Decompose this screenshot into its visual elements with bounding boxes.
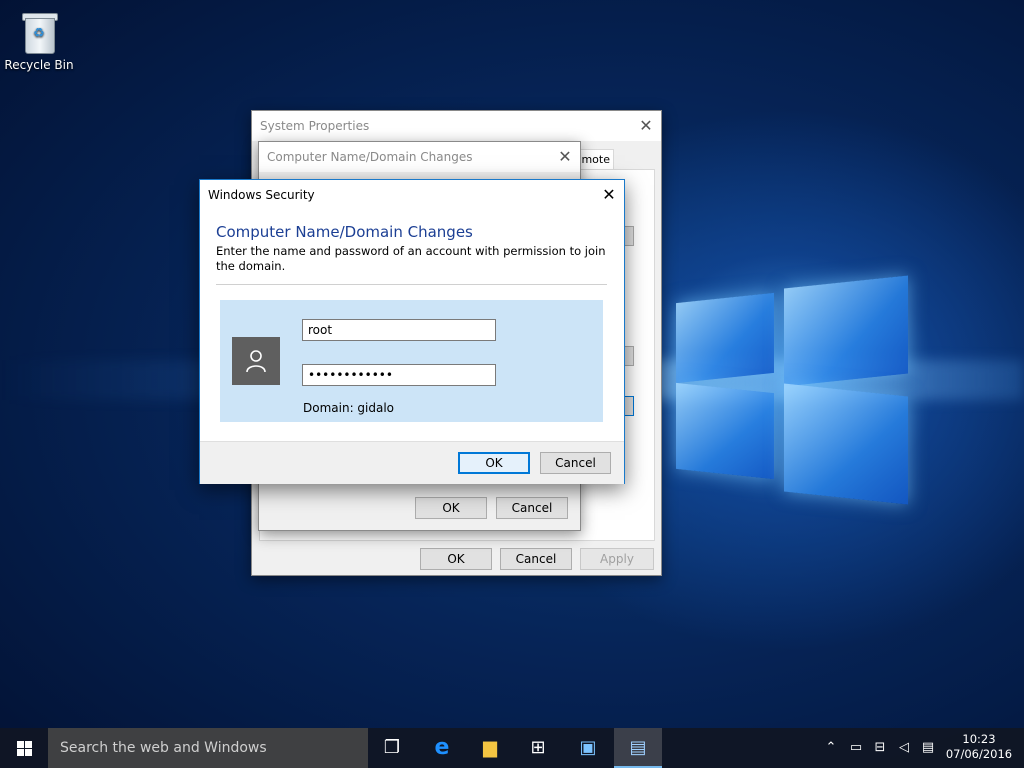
dialog-description: Enter the name and password of an accoun… bbox=[216, 244, 606, 273]
domain-label: Domain: gidalo bbox=[303, 401, 395, 415]
cancel-button[interactable]: Cancel bbox=[540, 452, 611, 474]
dialog-heading: Computer Name/Domain Changes bbox=[216, 223, 473, 241]
username-input[interactable]: root bbox=[302, 319, 496, 341]
search-box[interactable]: Search the web and Windows bbox=[48, 728, 368, 768]
edge-browser-icon[interactable]: e bbox=[418, 728, 466, 768]
volume-icon[interactable]: ◁ bbox=[894, 728, 914, 768]
recycle-bin-shortcut[interactable]: ♻ Recycle Bin bbox=[4, 6, 74, 72]
network-icon[interactable]: ⊟ bbox=[870, 728, 890, 768]
credential-tile: root •••••••••••• Domain: gidalo bbox=[220, 300, 603, 422]
file-explorer-icon[interactable]: ▆ bbox=[466, 728, 514, 768]
system-app-icon[interactable]: ▣ bbox=[564, 728, 612, 768]
close-icon[interactable]: ✕ bbox=[550, 142, 580, 172]
divider bbox=[216, 284, 607, 285]
system-properties-taskbar-icon[interactable]: ▤ bbox=[614, 728, 662, 768]
password-input[interactable]: •••••••••••• bbox=[302, 364, 496, 386]
windows-logo bbox=[660, 268, 912, 506]
ok-button[interactable]: OK bbox=[458, 452, 530, 474]
windows-security-dialog: Windows Security ✕ Computer Name/Domain … bbox=[199, 179, 625, 484]
start-button[interactable] bbox=[0, 728, 48, 768]
window-titlebar[interactable]: System Properties ✕ bbox=[252, 111, 661, 141]
cancel-button[interactable]: Cancel bbox=[500, 548, 572, 570]
cancel-button[interactable]: Cancel bbox=[496, 497, 568, 519]
clock-date: 07/06/2016 bbox=[945, 747, 1013, 761]
taskbar: Search the web and Windows ❐ e ▆ ⊞ ▣ ▤ ⌃… bbox=[0, 728, 1024, 768]
recycle-bin-label: Recycle Bin bbox=[4, 58, 74, 72]
close-icon[interactable]: ✕ bbox=[594, 180, 624, 210]
apply-button[interactable]: Apply bbox=[580, 548, 654, 570]
task-view-icon[interactable]: ❐ bbox=[368, 728, 416, 768]
battery-icon[interactable]: ▭ bbox=[846, 728, 866, 768]
notifications-icon[interactable]: ▤ bbox=[918, 728, 938, 768]
window-title: System Properties bbox=[260, 119, 370, 133]
ok-button[interactable]: OK bbox=[420, 548, 492, 570]
window-title: Computer Name/Domain Changes bbox=[267, 150, 473, 164]
hidden-button bbox=[624, 346, 634, 366]
ok-button[interactable]: OK bbox=[415, 497, 487, 519]
dialog-title: Windows Security bbox=[208, 188, 315, 202]
recycle-bin-icon: ♻ bbox=[19, 10, 59, 54]
windows-start-icon bbox=[17, 741, 24, 748]
window-titlebar[interactable]: Computer Name/Domain Changes ✕ bbox=[259, 142, 580, 172]
hidden-button bbox=[624, 396, 634, 416]
chevron-up-icon[interactable]: ⌃ bbox=[822, 728, 840, 768]
hidden-button bbox=[624, 226, 634, 246]
dialog-titlebar[interactable]: Windows Security ✕ bbox=[200, 180, 624, 210]
clock-time: 10:23 bbox=[962, 732, 996, 746]
close-icon[interactable]: ✕ bbox=[631, 111, 661, 141]
dialog-footer: OK Cancel bbox=[200, 441, 624, 484]
system-clock[interactable]: 10:23 07/06/2016 bbox=[940, 732, 1018, 762]
store-icon[interactable]: ⊞ bbox=[514, 728, 562, 768]
user-avatar-icon bbox=[232, 337, 280, 385]
